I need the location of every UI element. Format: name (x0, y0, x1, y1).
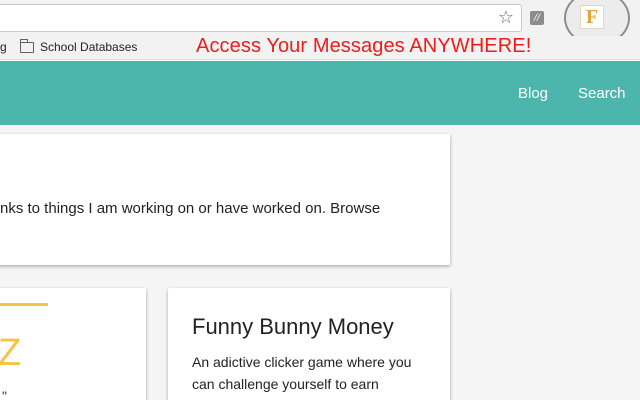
bookmark-folder-school-databases[interactable]: School Databases (40, 40, 137, 54)
web-page: Blog Search nks to things I am working o… (0, 61, 640, 400)
browser-toolbar: ☆ // F (0, 0, 640, 46)
nav-link-search[interactable]: Search (578, 85, 626, 102)
project-description: An adictive clicker game where you can c… (192, 354, 412, 392)
site-navbar: Blog Search (0, 61, 640, 125)
project-card-partial[interactable]: Z " (0, 288, 146, 400)
promo-banner: Access Your Messages ANYWHERE! (196, 35, 532, 57)
project-title[interactable]: Funny Bunny Money (192, 314, 394, 340)
bookmark-star-icon[interactable]: ☆ (496, 8, 516, 28)
extension-icon[interactable]: // (530, 11, 544, 25)
f-extension-icon[interactable]: F (580, 5, 604, 29)
intro-card: nks to things I am working on or have wo… (0, 134, 450, 265)
project-card-funny-bunny-money[interactable]: Funny Bunny Money An adictive clicker ga… (168, 288, 450, 400)
intro-text: nks to things I am working on or have wo… (0, 200, 381, 217)
bookmark-item-partial[interactable]: g (0, 40, 7, 54)
project-text-partial: " (2, 388, 7, 400)
nav-link-blog[interactable]: Blog (518, 85, 548, 102)
address-bar[interactable] (0, 4, 522, 32)
folder-icon (20, 39, 34, 53)
accent-bar (0, 303, 48, 306)
project-logo-partial: Z (0, 332, 22, 374)
